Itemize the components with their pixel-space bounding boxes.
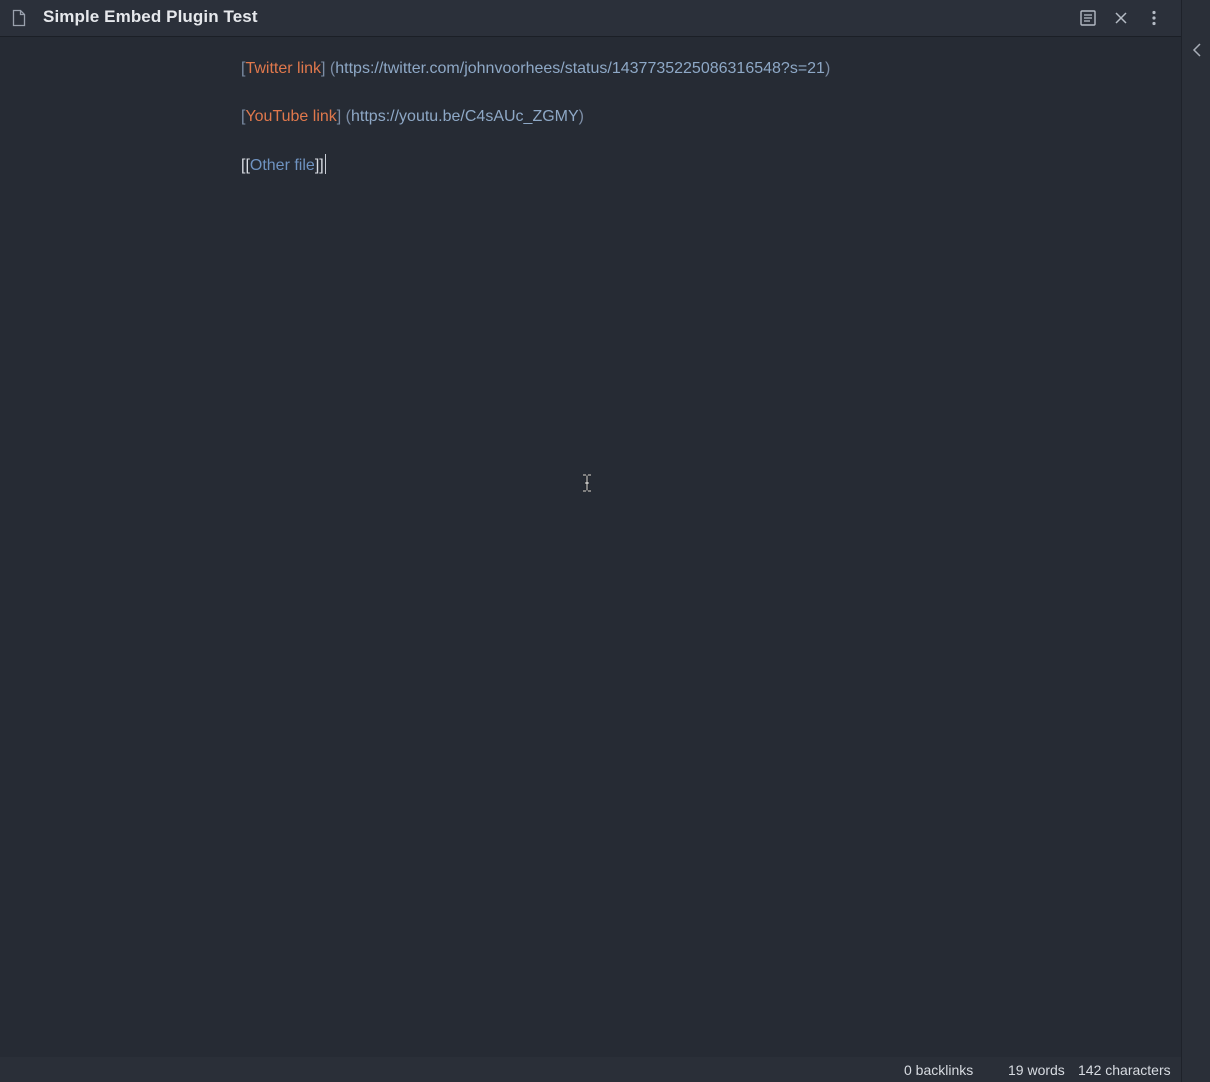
view-header: Simple Embed Plugin Test — [0, 0, 1181, 37]
url-close-paren: ) — [824, 60, 831, 77]
status-word-count: 19 words — [1008, 1062, 1065, 1078]
url-close-paren: ) — [578, 108, 584, 125]
url-open-paren: ( — [325, 60, 336, 77]
status-bar: 0 backlinks 19 words 142 characters — [0, 1057, 1181, 1082]
twitter-url[interactable]: https://twitter.com/johnvoorhees/status/… — [335, 60, 825, 77]
twitter-link-text[interactable]: Twitter link — [245, 60, 321, 77]
reading-view-icon[interactable] — [1079, 9, 1097, 27]
more-vertical-icon[interactable] — [1145, 9, 1163, 27]
chevron-left-icon[interactable] — [1190, 42, 1204, 58]
right-sidebar-collapsed — [1181, 0, 1210, 1082]
editor-line-wikilink[interactable]: [[Other file]] — [241, 154, 326, 177]
wikilink-text[interactable]: Other file — [250, 157, 315, 174]
file-icon — [11, 9, 27, 27]
view-title[interactable]: Simple Embed Plugin Test — [43, 7, 258, 27]
wikilink-close: ]] — [314, 157, 324, 174]
youtube-url[interactable]: https://youtu.be/C4sAUc_ZGMY — [351, 108, 579, 125]
close-icon[interactable] — [1112, 9, 1130, 27]
editor-line-youtube-link[interactable]: [YouTube link] (https://youtu.be/C4sAUc_… — [241, 106, 584, 128]
url-open-paren: ( — [341, 108, 352, 125]
text-caret — [324, 154, 326, 174]
markdown-editor[interactable]: [Twitter link] (https://twitter.com/john… — [0, 37, 1181, 1057]
status-backlinks[interactable]: 0 backlinks — [904, 1062, 973, 1078]
status-character-count: 142 characters — [1078, 1062, 1171, 1078]
i-beam-cursor-icon — [582, 473, 592, 493]
wikilink-open: [[ — [241, 157, 250, 174]
app-window: Simple Embed Plugin Test [Twitter link] … — [0, 0, 1210, 1082]
editor-line-twitter-link[interactable]: [Twitter link] (https://twitter.com/john… — [241, 58, 830, 80]
youtube-link-text[interactable]: YouTube link — [245, 108, 336, 125]
